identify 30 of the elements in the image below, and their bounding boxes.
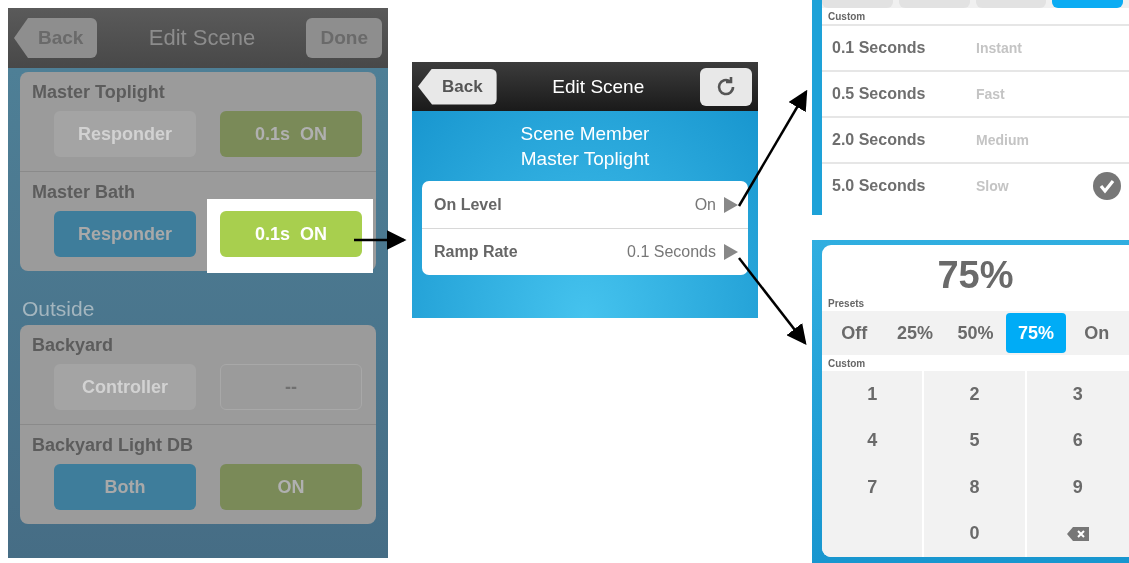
screen-title: Edit Scene bbox=[148, 25, 256, 51]
setting-row[interactable]: On Level On bbox=[422, 181, 748, 228]
member-title: Master Toplight bbox=[520, 147, 650, 171]
section-label: Presets bbox=[827, 297, 866, 311]
back-button[interactable]: Back bbox=[418, 68, 497, 105]
segment-tab[interactable] bbox=[975, 0, 1047, 8]
section-label: Custom bbox=[827, 10, 867, 24]
segment-tab[interactable] bbox=[822, 0, 893, 8]
device-name: Backyard bbox=[32, 335, 114, 356]
preset-button[interactable]: Off bbox=[824, 313, 885, 353]
triangle-right-icon bbox=[724, 244, 738, 260]
member-title: Scene Member bbox=[520, 122, 650, 146]
refresh-button[interactable] bbox=[700, 67, 752, 106]
section-label: Custom bbox=[827, 357, 867, 371]
preset-button[interactable]: 75% bbox=[1005, 313, 1067, 353]
preset-button[interactable]: 25% bbox=[884, 313, 946, 353]
group-title: Outside bbox=[22, 297, 95, 321]
device-name: Master Bath bbox=[32, 182, 136, 203]
segment-tab[interactable] bbox=[1052, 0, 1123, 8]
level-display: 75% bbox=[937, 255, 1014, 295]
preset-button[interactable]: On bbox=[1066, 313, 1127, 353]
arrow bbox=[354, 230, 407, 250]
segment-tab[interactable] bbox=[898, 0, 970, 8]
device-name: Backyard Light DB bbox=[32, 435, 194, 456]
preset-button[interactable]: 50% bbox=[945, 313, 1006, 353]
device-name: Master Toplight bbox=[32, 82, 165, 103]
screen-title: Edit Scene bbox=[552, 75, 645, 98]
setting-row[interactable]: Ramp Rate 0.1 Seconds bbox=[422, 228, 748, 275]
backspace-icon bbox=[1066, 526, 1089, 541]
triangle-right-icon bbox=[724, 196, 738, 213]
